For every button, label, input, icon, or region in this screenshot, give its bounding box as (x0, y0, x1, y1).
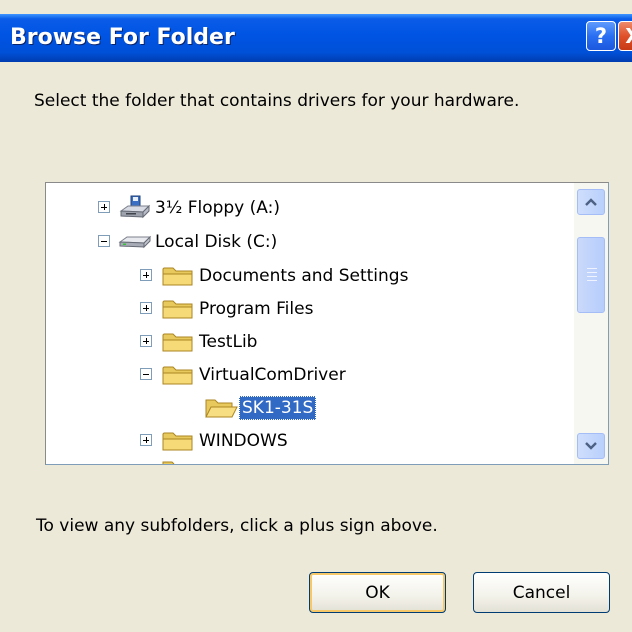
cancel-button-label: Cancel (512, 582, 571, 603)
tree-item-program-files[interactable]: Program Files (46, 294, 574, 324)
help-button[interactable]: ? (586, 21, 616, 51)
ok-button-label: OK (365, 582, 390, 603)
browse-for-folder-dialog: Browse For Folder ? X Select the folder … (0, 0, 632, 632)
folder-tree[interactable]: 3½ Floppy (A:) Local Disk (C:) Documents… (45, 182, 609, 465)
tree-item-floppy[interactable]: 3½ Floppy (A:) (46, 193, 574, 223)
dialog-title: Browse For Folder (10, 25, 235, 50)
tree-item-label[interactable]: VirtualComDriver (196, 363, 349, 387)
tree-item-label[interactable]: Documents and Settings (196, 264, 411, 288)
scroll-up-button[interactable] (577, 189, 605, 215)
tree-item-windows[interactable]: WINDOWS (46, 426, 574, 456)
folder-icon (162, 267, 193, 286)
tree-item-testlib[interactable]: TestLib (46, 327, 574, 357)
tree-item-label[interactable]: TestLib (196, 330, 260, 354)
folder-icon (162, 300, 193, 319)
expand-plus-icon[interactable] (140, 434, 152, 446)
chevron-up-icon (585, 198, 597, 206)
folder-icon (162, 432, 193, 451)
scroll-down-button[interactable] (577, 433, 605, 459)
scroll-thumb[interactable] (577, 237, 605, 313)
tree-item-label[interactable]: WINDOWS (196, 429, 291, 453)
folder-icon (162, 333, 193, 352)
cancel-button[interactable]: Cancel (473, 572, 610, 613)
expand-plus-icon[interactable] (140, 302, 152, 314)
close-icon: X (625, 24, 632, 48)
folder-icon (162, 461, 175, 464)
expand-plus-icon[interactable] (98, 201, 110, 213)
hint-text: To view any subfolders, click a plus sig… (36, 516, 438, 536)
expand-plus-icon[interactable] (140, 269, 152, 281)
close-button[interactable]: X (618, 21, 632, 51)
folder-icon (162, 366, 193, 385)
floppy-drive-icon (119, 195, 151, 219)
title-bar[interactable]: Browse For Folder ? X (0, 14, 632, 62)
chevron-down-icon (585, 442, 597, 450)
expand-plus-icon[interactable] (140, 335, 152, 347)
tree-item-documents-and-settings[interactable]: Documents and Settings (46, 261, 574, 291)
tree-item-local-disk[interactable]: Local Disk (C:) (46, 227, 574, 257)
help-icon: ? (594, 24, 608, 48)
folder-tree-rows: 3½ Floppy (A:) Local Disk (C:) Documents… (46, 183, 574, 464)
tree-item-virtualcomdriver[interactable]: VirtualComDriver (46, 360, 574, 390)
hard-disk-icon (118, 235, 152, 249)
tree-item-label[interactable]: Local Disk (C:) (152, 230, 280, 254)
open-folder-icon (205, 399, 238, 418)
tree-item-label[interactable]: Program Files (196, 297, 316, 321)
tree-item-label[interactable]: 3½ Floppy (A:) (152, 196, 283, 220)
collapse-minus-icon[interactable] (98, 235, 110, 247)
vertical-scrollbar[interactable] (574, 183, 608, 464)
ok-button[interactable]: OK (309, 572, 446, 613)
tree-item-label-selected[interactable]: SK1-31S (239, 396, 317, 420)
tree-item-sk1-31s[interactable]: SK1-31S (46, 393, 574, 423)
instruction-text: Select the folder that contains drivers … (34, 91, 520, 111)
collapse-minus-icon[interactable] (140, 368, 152, 380)
